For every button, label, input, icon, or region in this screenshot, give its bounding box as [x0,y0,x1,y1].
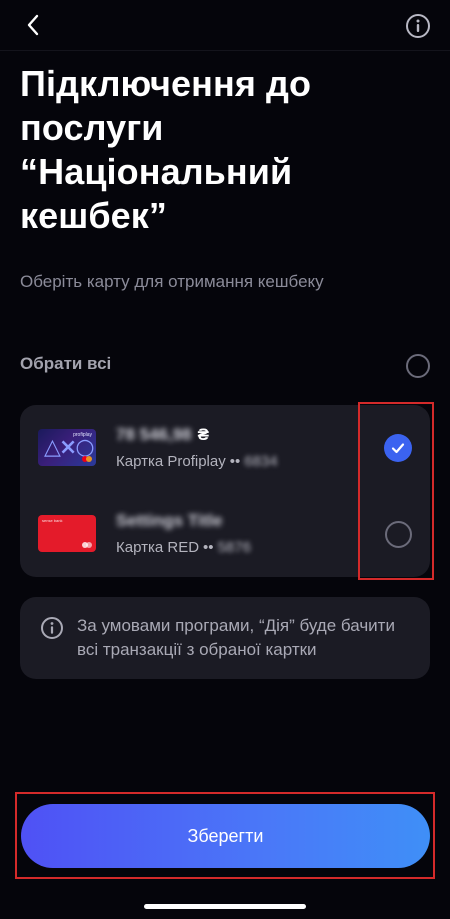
card-thumbnail-profiplay: △×○ profiplay [38,429,96,466]
cards-list: △×○ profiplay 78 546,98 ₴ Картка Profipla… [20,405,430,577]
card-balance-value: Settings Title [116,511,223,530]
card-balance: Settings Title [116,511,222,531]
chevron-left-icon [27,14,39,36]
card-number-mask: •• [203,539,214,556]
info-notice: За умовами програми, “Дія” буде бачити в… [20,597,430,679]
card-thumbnail-brand: profiplay [73,432,92,438]
card-description: Картка RED •• 5876 [116,539,251,556]
card-number-mask: •• [229,453,241,470]
select-all-label: Обрати всі [20,354,112,373]
card-radio-checked[interactable] [384,434,412,462]
card-currency: ₴ [197,425,209,444]
card-thumbnail-red: sense bank [38,515,96,552]
card-description: Картка Profiplay •• 6834 [116,453,278,470]
card-last-digits: 6834 [244,453,278,470]
mastercard-logo-icon [82,456,92,462]
info-circle-icon [41,617,63,639]
mastercard-logo-icon [82,542,92,548]
save-button[interactable]: Зберегти [21,804,430,868]
info-button[interactable] [405,13,431,39]
page-title: Підключення до послуги “Національний кеш… [20,63,312,236]
select-all-row[interactable]: Обрати всі [20,350,430,384]
info-circle-icon [406,14,430,38]
card-last-digits: 5876 [217,539,251,556]
back-button[interactable] [20,12,46,38]
select-all-radio[interactable] [406,354,430,378]
card-name: Картка Profiplay [116,453,226,470]
home-indicator [144,904,306,909]
card-thumbnail-brand: sense bank [42,518,63,523]
card-name: Картка RED [116,539,200,556]
card-item-red[interactable]: sense bank Settings Title Картка RED •• 58… [20,491,430,577]
top-bar-divider [0,50,450,51]
card-balance: 78 546,98 ₴ [116,425,209,445]
card-radio-unchecked[interactable] [385,521,412,548]
checkmark-icon [391,443,405,454]
card-balance-value: 78 546,98 [116,425,192,444]
card-item-profiplay[interactable]: △×○ profiplay 78 546,98 ₴ Картка Profipla… [20,405,430,491]
notice-text: За умовами програми, “Дія” буде бачити в… [77,616,395,659]
top-bar [0,0,450,50]
page-subtitle: Оберіть карту для отримання кешбеку [20,272,324,291]
